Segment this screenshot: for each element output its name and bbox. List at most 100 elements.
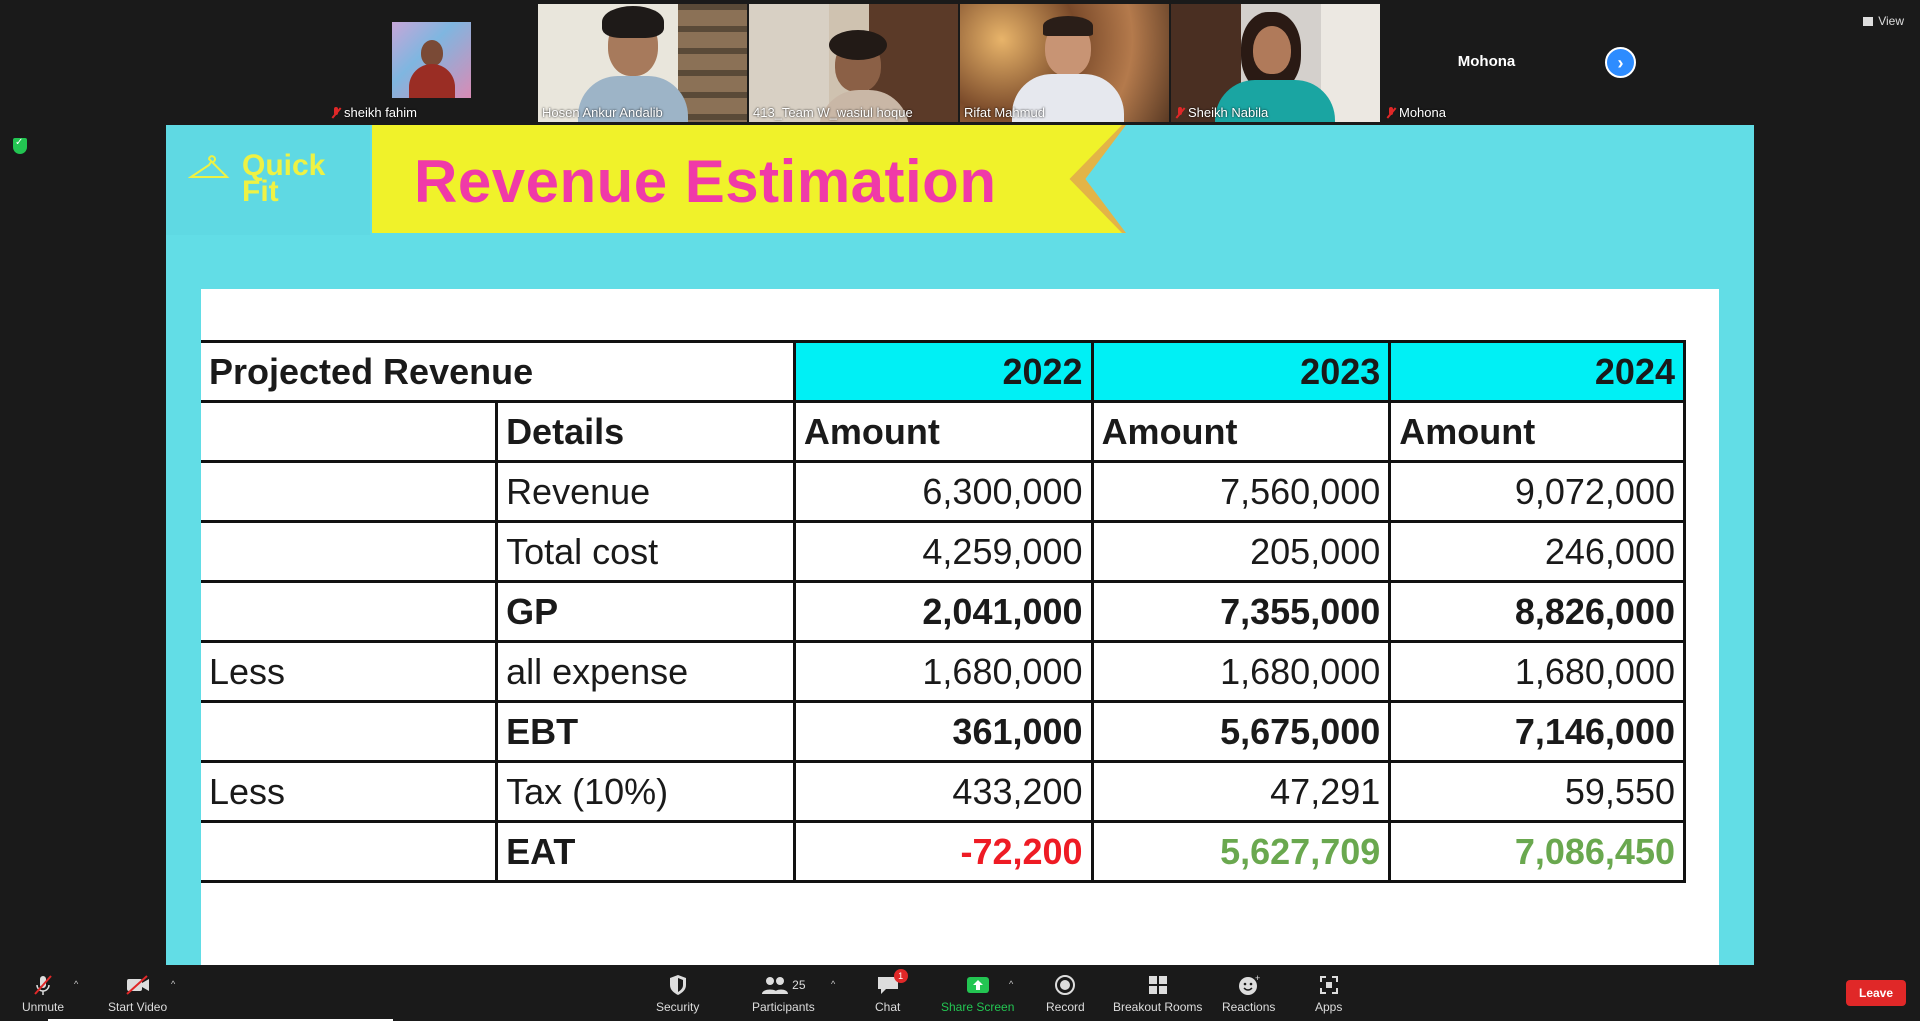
participant-name: 413_Team W_wasiul hoque <box>753 105 913 120</box>
revenue-table: Projected Revenue 2022 2023 2024 Details… <box>201 340 1686 883</box>
meeting-toolbar: Unmute ^ Start Video ^ Security 25 Parti… <box>0 965 1920 1021</box>
start-video-label: Start Video <box>108 1000 168 1014</box>
smiley-icon: + <box>1237 973 1261 997</box>
record-icon <box>1054 973 1076 997</box>
year-header-cell: 2022 <box>792 340 1094 403</box>
value-cell: 2,041,000 <box>792 580 1094 643</box>
security-button[interactable]: Security <box>656 973 699 1014</box>
leave-button[interactable]: Leave <box>1846 980 1906 1006</box>
row-detail-cell: EBT <box>495 700 796 763</box>
table-row: Revenue 6,300,000 7,560,000 9,072,000 <box>201 460 1686 523</box>
reactions-button[interactable]: + Reactions <box>1222 973 1275 1014</box>
participant-tile[interactable]: Hosen Ankur Andalib <box>538 4 747 122</box>
value-cell: 47,291 <box>1090 760 1392 823</box>
table-row: Less Tax (10%) 433,200 47,291 59,550 <box>201 760 1686 823</box>
column-header-cell: Amount <box>792 400 1094 463</box>
mic-muted-icon <box>32 973 54 997</box>
start-video-button[interactable]: Start Video <box>108 973 167 1014</box>
value-cell: 59,550 <box>1388 760 1686 823</box>
participant-tile[interactable]: Rifat Mahmud <box>960 4 1169 122</box>
audio-options-caret[interactable]: ^ <box>74 979 78 989</box>
row-detail-cell: Tax (10%) <box>495 760 796 823</box>
record-button[interactable]: Record <box>1046 973 1085 1014</box>
column-header-cell: Amount <box>1090 400 1392 463</box>
chat-label: Chat <box>875 1000 901 1014</box>
value-cell: 5,675,000 <box>1090 700 1392 763</box>
row-detail-cell: GP <box>495 580 796 643</box>
video-options-caret[interactable]: ^ <box>171 979 175 989</box>
unmute-button[interactable]: Unmute <box>22 973 64 1014</box>
value-cell: 1,680,000 <box>792 640 1094 703</box>
value-cell: 7,146,000 <box>1388 700 1686 763</box>
participant-tile[interactable]: Sheikh Nabila <box>1171 4 1380 122</box>
security-label: Security <box>656 1000 700 1014</box>
hanger-icon <box>188 155 230 178</box>
quickfit-logo: Quick Fit <box>166 125 370 235</box>
table-subheader-row: Details Amount Amount Amount <box>201 400 1686 463</box>
value-cell: 6,300,000 <box>792 460 1094 523</box>
value-cell-positive: 5,627,709 <box>1090 820 1392 883</box>
value-cell-positive: 7,086,450 <box>1388 820 1686 883</box>
value-cell: 8,826,000 <box>1388 580 1686 643</box>
participants-options-caret[interactable]: ^ <box>831 979 835 989</box>
breakout-rooms-icon <box>1147 973 1169 997</box>
chat-icon: 1 <box>876 969 908 997</box>
table-row: Less all expense 1,680,000 1,680,000 1,6… <box>201 640 1686 703</box>
value-cell: 7,560,000 <box>1090 460 1392 523</box>
table-row: Total cost 4,259,000 205,000 246,000 <box>201 520 1686 583</box>
participant-display-name: Mohona <box>1457 52 1516 70</box>
participant-name: Sheikh Nabila <box>1188 105 1269 120</box>
share-screen-button[interactable]: Share Screen <box>941 973 1014 1014</box>
participants-label: Participants <box>752 1000 815 1014</box>
table-row: GP 2,041,000 7,355,000 8,826,000 <box>201 580 1686 643</box>
row-detail-cell: all expense <box>495 640 796 703</box>
encryption-shield-icon[interactable] <box>13 137 27 154</box>
apps-button[interactable]: Apps <box>1315 973 1342 1014</box>
logo-text-fit: Fit <box>242 175 279 208</box>
row-prefix-cell <box>201 580 499 643</box>
shared-screen: Quick Fit Revenue Estimation Projected R… <box>166 125 1754 965</box>
row-detail-cell: Total cost <box>495 520 796 583</box>
participant-tile[interactable]: Mohona Mohona <box>1382 4 1591 122</box>
table-cell <box>201 400 499 463</box>
participant-name: Mohona <box>1399 105 1446 120</box>
chat-button[interactable]: 1 Chat <box>875 969 908 1014</box>
participant-strip: sheikh fahim Hosen Ankur Andalib 413_Tea… <box>327 4 1591 122</box>
mic-muted-icon <box>331 106 341 119</box>
value-cell: 4,259,000 <box>792 520 1094 583</box>
next-participants-button[interactable]: › <box>1605 47 1636 78</box>
shield-icon <box>668 973 688 997</box>
row-prefix-cell <box>201 520 499 583</box>
row-prefix-cell: Less <box>201 760 499 823</box>
share-screen-label: Share Screen <box>941 1000 1015 1014</box>
participant-tile[interactable]: sheikh fahim <box>327 4 536 122</box>
row-prefix-cell <box>201 460 499 523</box>
video-off-icon <box>125 973 151 997</box>
share-options-caret[interactable]: ^ <box>1009 979 1013 989</box>
table-header-row: Projected Revenue 2022 2023 2024 <box>201 340 1686 403</box>
value-cell: 1,680,000 <box>1388 640 1686 703</box>
svg-text:+: + <box>1255 974 1260 983</box>
table-sheet: Projected Revenue 2022 2023 2024 Details… <box>201 289 1719 965</box>
participant-name: Rifat Mahmud <box>964 105 1045 120</box>
unmute-label: Unmute <box>22 1000 65 1014</box>
breakout-rooms-label: Breakout Rooms <box>1113 1000 1203 1014</box>
table-row: EAT -72,200 5,627,709 7,086,450 <box>201 820 1686 883</box>
row-prefix-cell <box>201 820 499 883</box>
value-cell: 361,000 <box>792 700 1094 763</box>
view-button[interactable]: View <box>1863 14 1904 28</box>
slide-title: Revenue Estimation <box>414 148 997 215</box>
row-prefix-cell: Less <box>201 640 499 703</box>
column-header-cell: Amount <box>1388 400 1686 463</box>
participant-tile[interactable]: 413_Team W_wasiul hoque <box>749 4 958 122</box>
value-cell: 9,072,000 <box>1388 460 1686 523</box>
value-cell: 433,200 <box>792 760 1094 823</box>
row-prefix-cell <box>201 700 499 763</box>
apps-icon <box>1318 973 1340 997</box>
participant-name: sheikh fahim <box>344 105 417 120</box>
view-label: View <box>1878 14 1904 28</box>
row-detail-cell: Revenue <box>495 460 796 523</box>
participants-button[interactable]: 25 Participants <box>752 973 815 1014</box>
apps-label: Apps <box>1315 1000 1343 1014</box>
breakout-rooms-button[interactable]: Breakout Rooms <box>1113 973 1202 1014</box>
